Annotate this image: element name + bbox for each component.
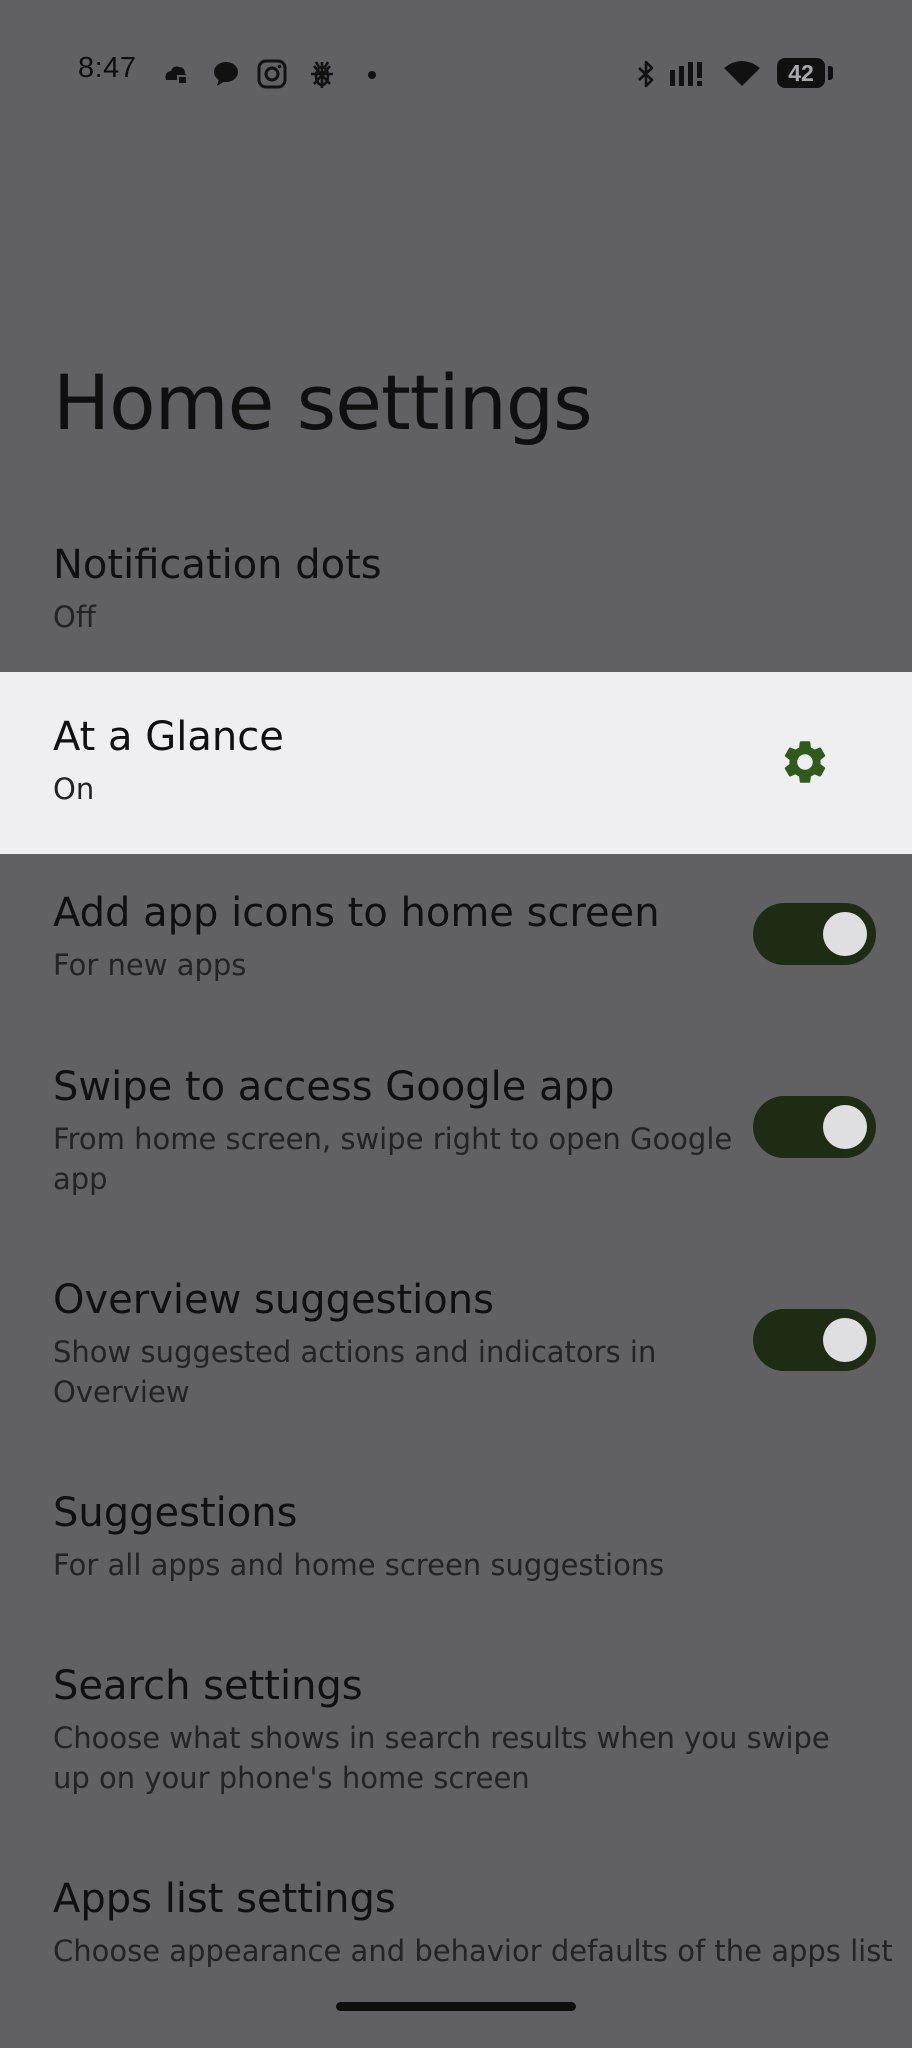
setting-title: At a Glance (53, 714, 284, 760)
cloud-app-icon (165, 66, 189, 85)
setting-subtitle: Choose appearance and behavior defaults … (53, 1934, 893, 1968)
setting-overview-suggestions[interactable]: Overview suggestions Show suggested acti… (0, 1257, 912, 1437)
setting-swipe-google-app[interactable]: Swipe to access Google app From home scr… (0, 1044, 912, 1224)
dot-icon (368, 71, 376, 79)
setting-subtitle: Show suggested actions and indicators in… (53, 1335, 657, 1409)
setting-title: Swipe to access Google app (53, 1064, 615, 1110)
add-app-icons-toggle[interactable] (753, 903, 876, 965)
setting-add-app-icons[interactable]: Add app icons to home screen For new app… (0, 870, 912, 1010)
setting-title: Apps list settings (53, 1876, 396, 1922)
setting-at-a-glance[interactable]: At a Glance On (0, 672, 912, 854)
home-settings-screen: 8:47 42 Home settings Notification dots … (0, 0, 912, 2048)
setting-title: Overview suggestions (53, 1277, 494, 1323)
chat-bubble-icon (214, 62, 238, 86)
instagram-icon (257, 59, 287, 89)
setting-title: Add app icons to home screen (53, 890, 660, 936)
setting-subtitle: Off (53, 600, 96, 634)
status-bar: 8:47 42 (0, 48, 912, 104)
battery-icon: 42 (777, 58, 825, 88)
toggle-knob (823, 912, 867, 956)
status-time: 8:47 (78, 52, 137, 84)
setting-subtitle: From home screen, swipe right to open Go… (53, 1122, 733, 1196)
setting-subtitle: On (53, 772, 95, 806)
battery-tip (828, 66, 833, 80)
setting-title: Search settings (53, 1663, 363, 1709)
bluetooth-icon (638, 60, 654, 88)
setting-title: Notification dots (53, 542, 382, 588)
setting-subtitle: Choose what shows in search results when… (53, 1721, 830, 1795)
overview-suggestions-toggle[interactable] (753, 1309, 876, 1371)
setting-notification-dots[interactable]: Notification dots Off (0, 520, 912, 670)
setting-search-settings[interactable]: Search settings Choose what shows in sea… (0, 1643, 912, 1823)
bug-icon (311, 61, 333, 88)
setting-subtitle: For all apps and home screen suggestions (53, 1548, 665, 1582)
signal-icon (670, 62, 702, 86)
wifi-icon (724, 61, 760, 86)
toggle-knob (823, 1105, 867, 1149)
setting-title: Suggestions (53, 1490, 298, 1536)
home-indicator[interactable] (336, 2002, 576, 2011)
setting-apps-list[interactable]: Apps list settings Choose appearance and… (0, 1856, 912, 1996)
page-title: Home settings (53, 358, 593, 447)
swipe-google-app-toggle[interactable] (753, 1096, 876, 1158)
toggle-knob (823, 1318, 867, 1362)
setting-subtitle: For new apps (53, 948, 247, 982)
setting-suggestions[interactable]: Suggestions For all apps and home screen… (0, 1470, 912, 1610)
gear-icon[interactable] (779, 736, 831, 788)
